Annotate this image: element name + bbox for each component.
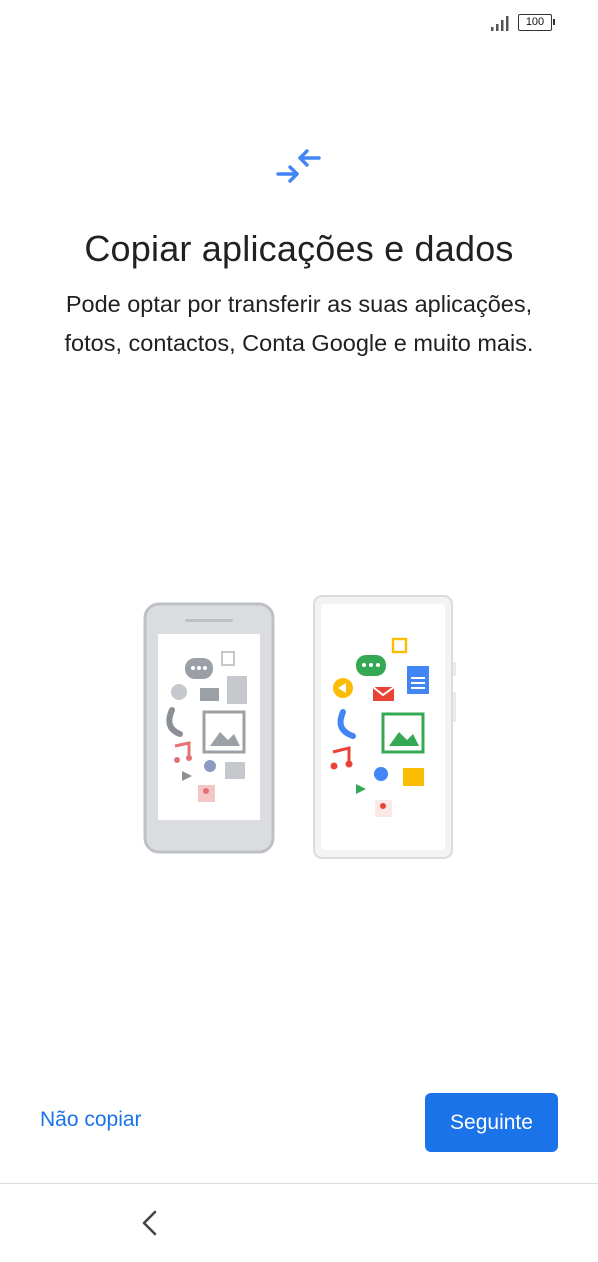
transfer-arrows-icon	[276, 149, 321, 183]
next-button[interactable]: Seguinte	[425, 1093, 558, 1152]
back-chevron-icon[interactable]	[140, 1210, 160, 1236]
new-phone	[313, 595, 456, 859]
page-title: Copiar aplicações e dados	[84, 228, 514, 269]
phones-transfer-illustration	[143, 595, 456, 859]
battery-indicator: 100	[518, 14, 555, 31]
status-bar: 100	[0, 0, 598, 48]
nav-bar-divider	[0, 1183, 598, 1184]
skip-button[interactable]: Não copiar	[40, 1108, 142, 1132]
signal-icon	[491, 16, 509, 31]
page-subtitle: Pode optar por transferir as suas aplica…	[64, 291, 534, 356]
old-phone	[143, 602, 275, 854]
